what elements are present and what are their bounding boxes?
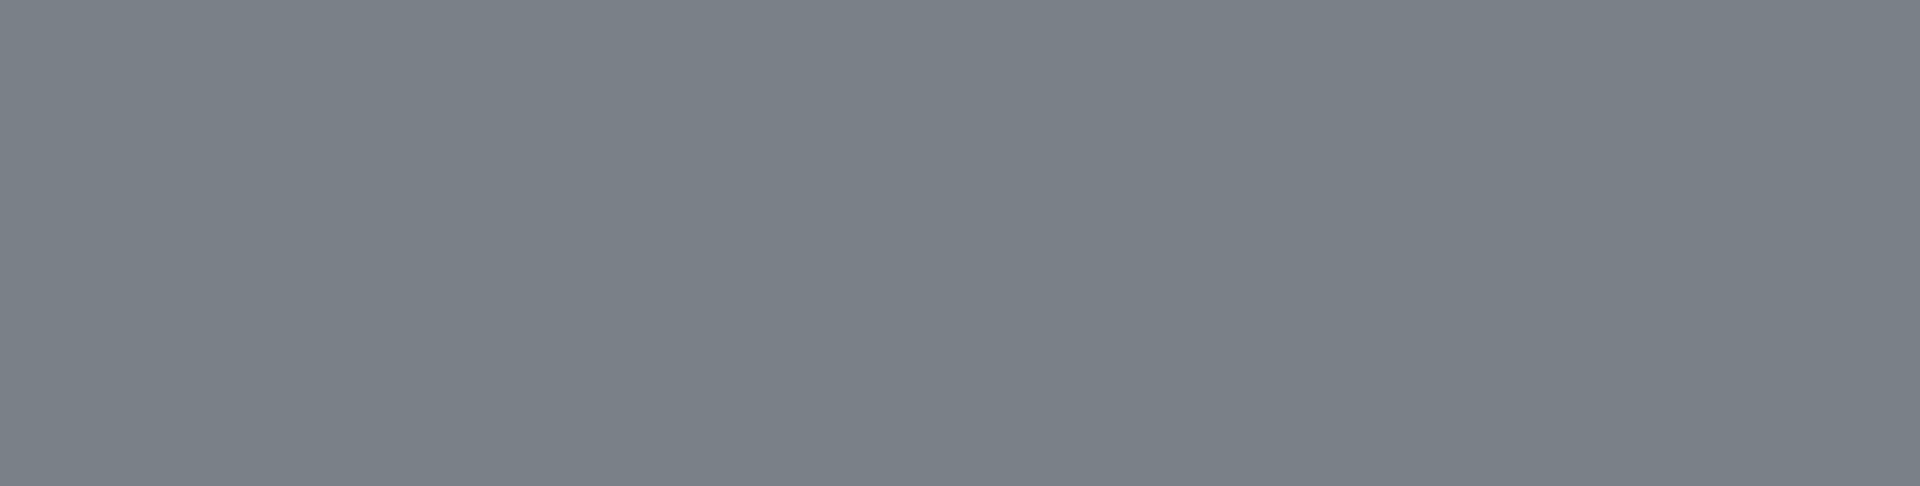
blank-gray-surface	[0, 0, 1920, 486]
